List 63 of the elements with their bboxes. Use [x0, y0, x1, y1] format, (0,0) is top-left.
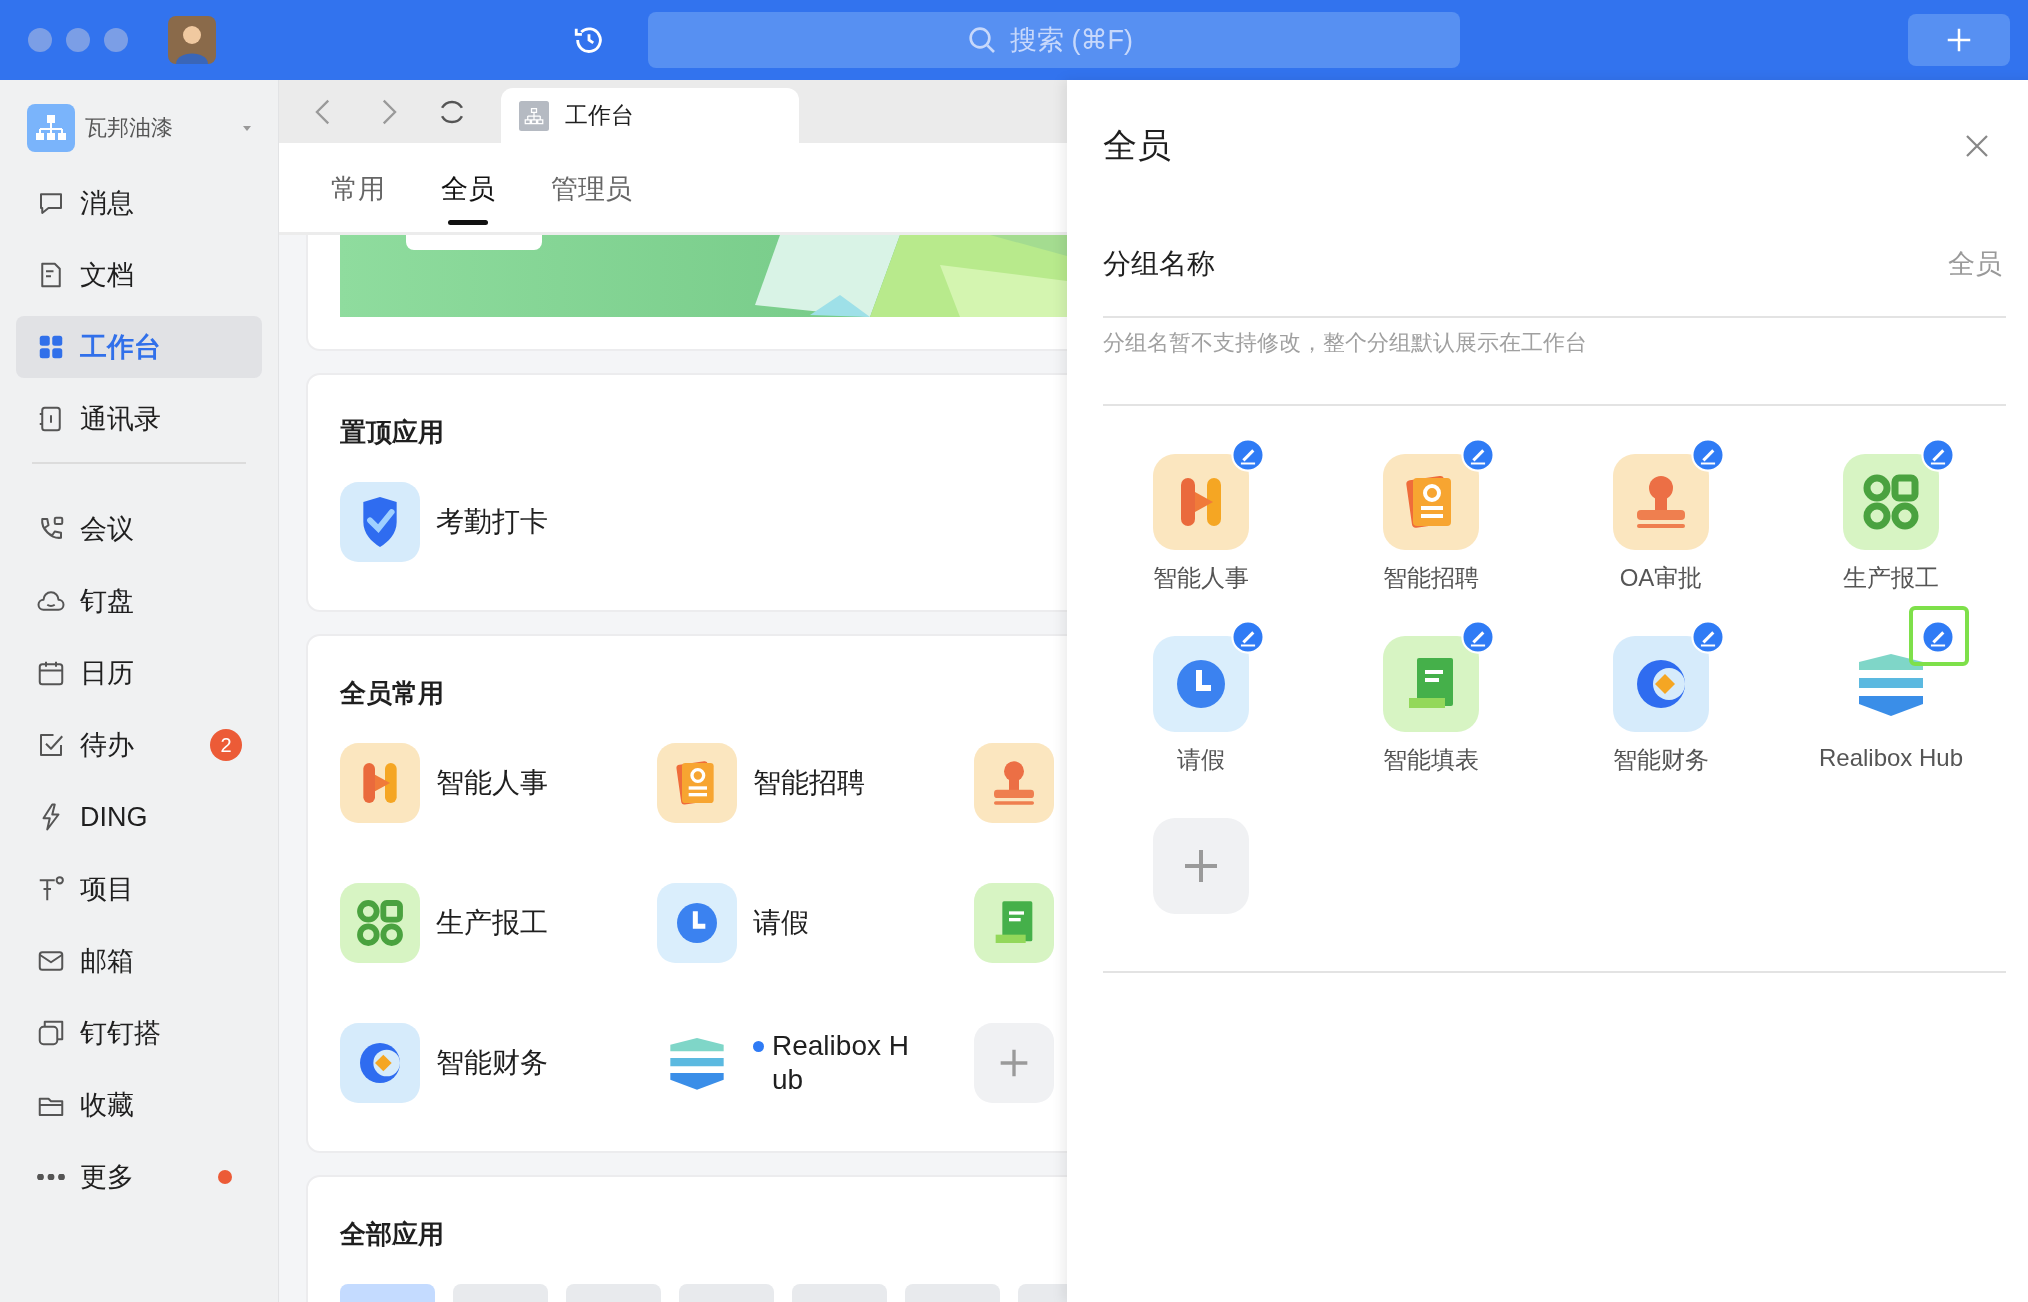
sidebar-item[interactable]: 待办 2 [16, 714, 262, 776]
sidebar-item[interactable]: 项目 [16, 858, 262, 920]
sidebar-item[interactable]: DING [16, 786, 262, 848]
add-app-button[interactable] [974, 1023, 1054, 1103]
drawer-title: 全员 [1103, 125, 1171, 166]
edit-icon[interactable] [1231, 438, 1265, 472]
more-icon [36, 1174, 66, 1180]
app-name[interactable]: 智能人事 [436, 766, 548, 800]
tab[interactable]: 管理员 [551, 156, 632, 225]
layers-square-icon [36, 1018, 66, 1048]
edit-icon[interactable] [1921, 438, 1955, 472]
org-chart-icon [519, 100, 549, 131]
app-name[interactable]: 生产报工 [1843, 562, 1939, 594]
edit-icon[interactable] [1691, 620, 1725, 654]
app-name[interactable]: 生产报工 [436, 906, 548, 940]
add-button[interactable] [1908, 14, 2010, 66]
hint-text: 分组名暂不支持修改，整个分组默认展示在工作台 [1103, 318, 2006, 406]
sidebar-item[interactable]: 邮箱 [16, 930, 262, 992]
app-name[interactable]: 智能招聘 [753, 766, 865, 800]
sidebar-item[interactable]: 文档 [16, 244, 262, 306]
edit-icon[interactable] [1921, 620, 1955, 654]
edit-icon[interactable] [1461, 438, 1495, 472]
edit-icon[interactable] [1691, 438, 1725, 472]
count-badge: 2 [210, 729, 242, 761]
window-control[interactable] [66, 28, 90, 52]
app-name[interactable]: 智能财务 [436, 1046, 548, 1080]
edit-icon[interactable] [1231, 620, 1265, 654]
section-title: 置顶应用 [340, 416, 445, 449]
tab[interactable]: 全员 [441, 156, 495, 225]
app-name[interactable]: Realibox Hub [1818, 744, 1964, 772]
sidebar-item[interactable]: 工作台 [16, 316, 262, 378]
search-field[interactable]: 搜索 (⌘F) [648, 12, 1460, 68]
sidebar-item[interactable]: 更多 [16, 1146, 262, 1208]
app-name[interactable]: OA审批 [1619, 562, 1703, 594]
org-name[interactable]: 瓦邦油漆 [85, 113, 173, 143]
app-name[interactable]: Realibox Hub [772, 1029, 923, 1097]
field-value: 全员 [1948, 248, 2002, 281]
window-control[interactable] [104, 28, 128, 52]
sidebar-item[interactable]: 通讯录 [16, 388, 262, 450]
org-icon [27, 104, 75, 152]
window-control[interactable] [28, 28, 52, 52]
section-title: 全员常用 [340, 677, 445, 710]
app-name[interactable]: 请假 [1177, 744, 1225, 776]
sidebar-item[interactable]: 钉钉搭 [16, 1002, 262, 1064]
app-name[interactable]: 智能填表 [1383, 744, 1479, 776]
section-title: 全部应用 [340, 1218, 445, 1251]
sidebar-item[interactable]: 日历 [16, 642, 262, 704]
app-name[interactable]: 智能人事 [1153, 562, 1249, 594]
sidebar-item[interactable]: 收藏 [16, 1074, 262, 1136]
sidebar-item[interactable]: 消息 [16, 172, 262, 234]
app-name[interactable]: 考勤打卡 [436, 505, 548, 539]
avatar[interactable] [168, 16, 216, 64]
app-name[interactable]: 智能财务 [1613, 744, 1709, 776]
field-label: 分组名称 [1103, 247, 1215, 281]
caret-icon[interactable] [242, 123, 252, 133]
tab[interactable]: 常用 [331, 156, 385, 225]
app-name[interactable]: 智能招聘 [1383, 562, 1479, 594]
sidebar-item[interactable]: 钉盘 [16, 570, 262, 632]
edit-icon[interactable] [1461, 620, 1495, 654]
app-name[interactable]: 请假 [753, 906, 809, 940]
browser-tab[interactable]: 工作台 [501, 88, 799, 143]
add-app-button[interactable] [1153, 818, 1249, 914]
sidebar-item[interactable]: 会议 [16, 498, 262, 560]
